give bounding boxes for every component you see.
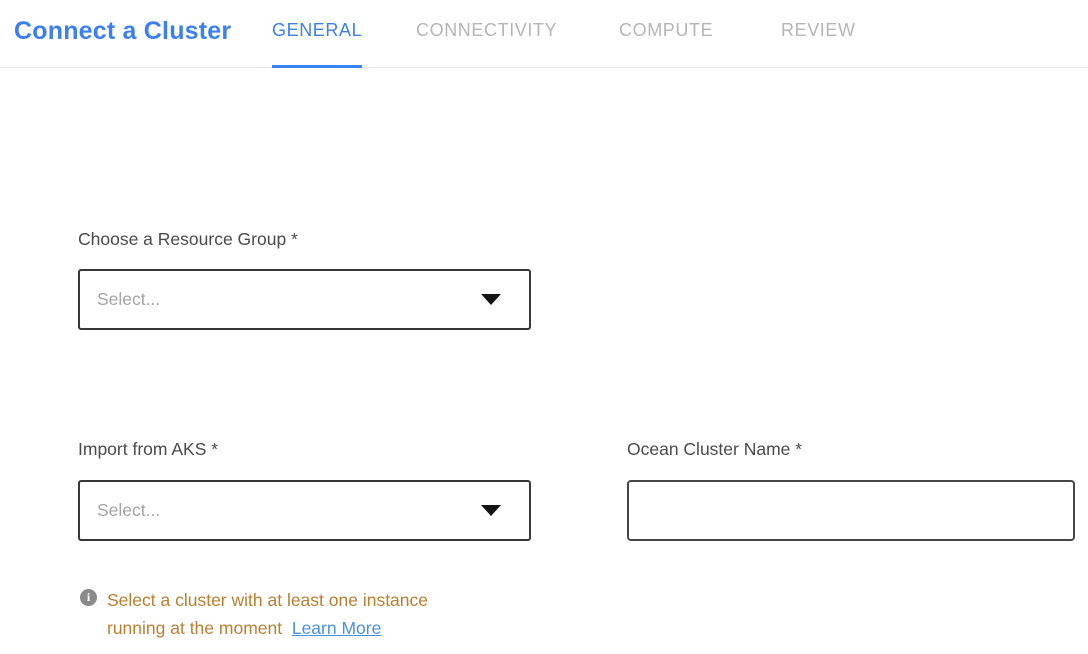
chevron-down-icon — [481, 294, 501, 305]
note-text: Select a cluster with at least one insta… — [107, 586, 469, 642]
tab-general-label: GENERAL — [272, 20, 362, 41]
ocean-cluster-name-label: Ocean Cluster Name * — [627, 439, 802, 460]
tab-review-label: REVIEW — [781, 20, 856, 41]
resource-group-label: Choose a Resource Group * — [78, 229, 298, 250]
wizard-header: Connect a Cluster GENERAL CONNECTIVITY C… — [0, 0, 1088, 68]
tab-review[interactable]: REVIEW — [781, 0, 856, 68]
resource-group-placeholder: Select... — [97, 289, 481, 310]
resource-group-select[interactable]: Select... — [78, 269, 531, 330]
cluster-requirement-note: i Select a cluster with at least one ins… — [80, 586, 469, 642]
tab-general[interactable]: GENERAL — [272, 0, 362, 68]
info-icon: i — [80, 589, 97, 606]
learn-more-link[interactable]: Learn More — [292, 618, 382, 638]
chevron-down-icon — [481, 505, 501, 516]
tab-compute-label: COMPUTE — [619, 20, 713, 41]
page-title: Connect a Cluster — [14, 17, 231, 46]
import-aks-label: Import from AKS * — [78, 439, 218, 460]
tab-connectivity[interactable]: CONNECTIVITY — [416, 0, 557, 68]
tab-connectivity-label: CONNECTIVITY — [416, 20, 557, 41]
import-aks-placeholder: Select... — [97, 500, 481, 521]
tab-compute[interactable]: COMPUTE — [619, 0, 713, 68]
ocean-cluster-name-input[interactable] — [627, 480, 1075, 541]
import-aks-select[interactable]: Select... — [78, 480, 531, 541]
